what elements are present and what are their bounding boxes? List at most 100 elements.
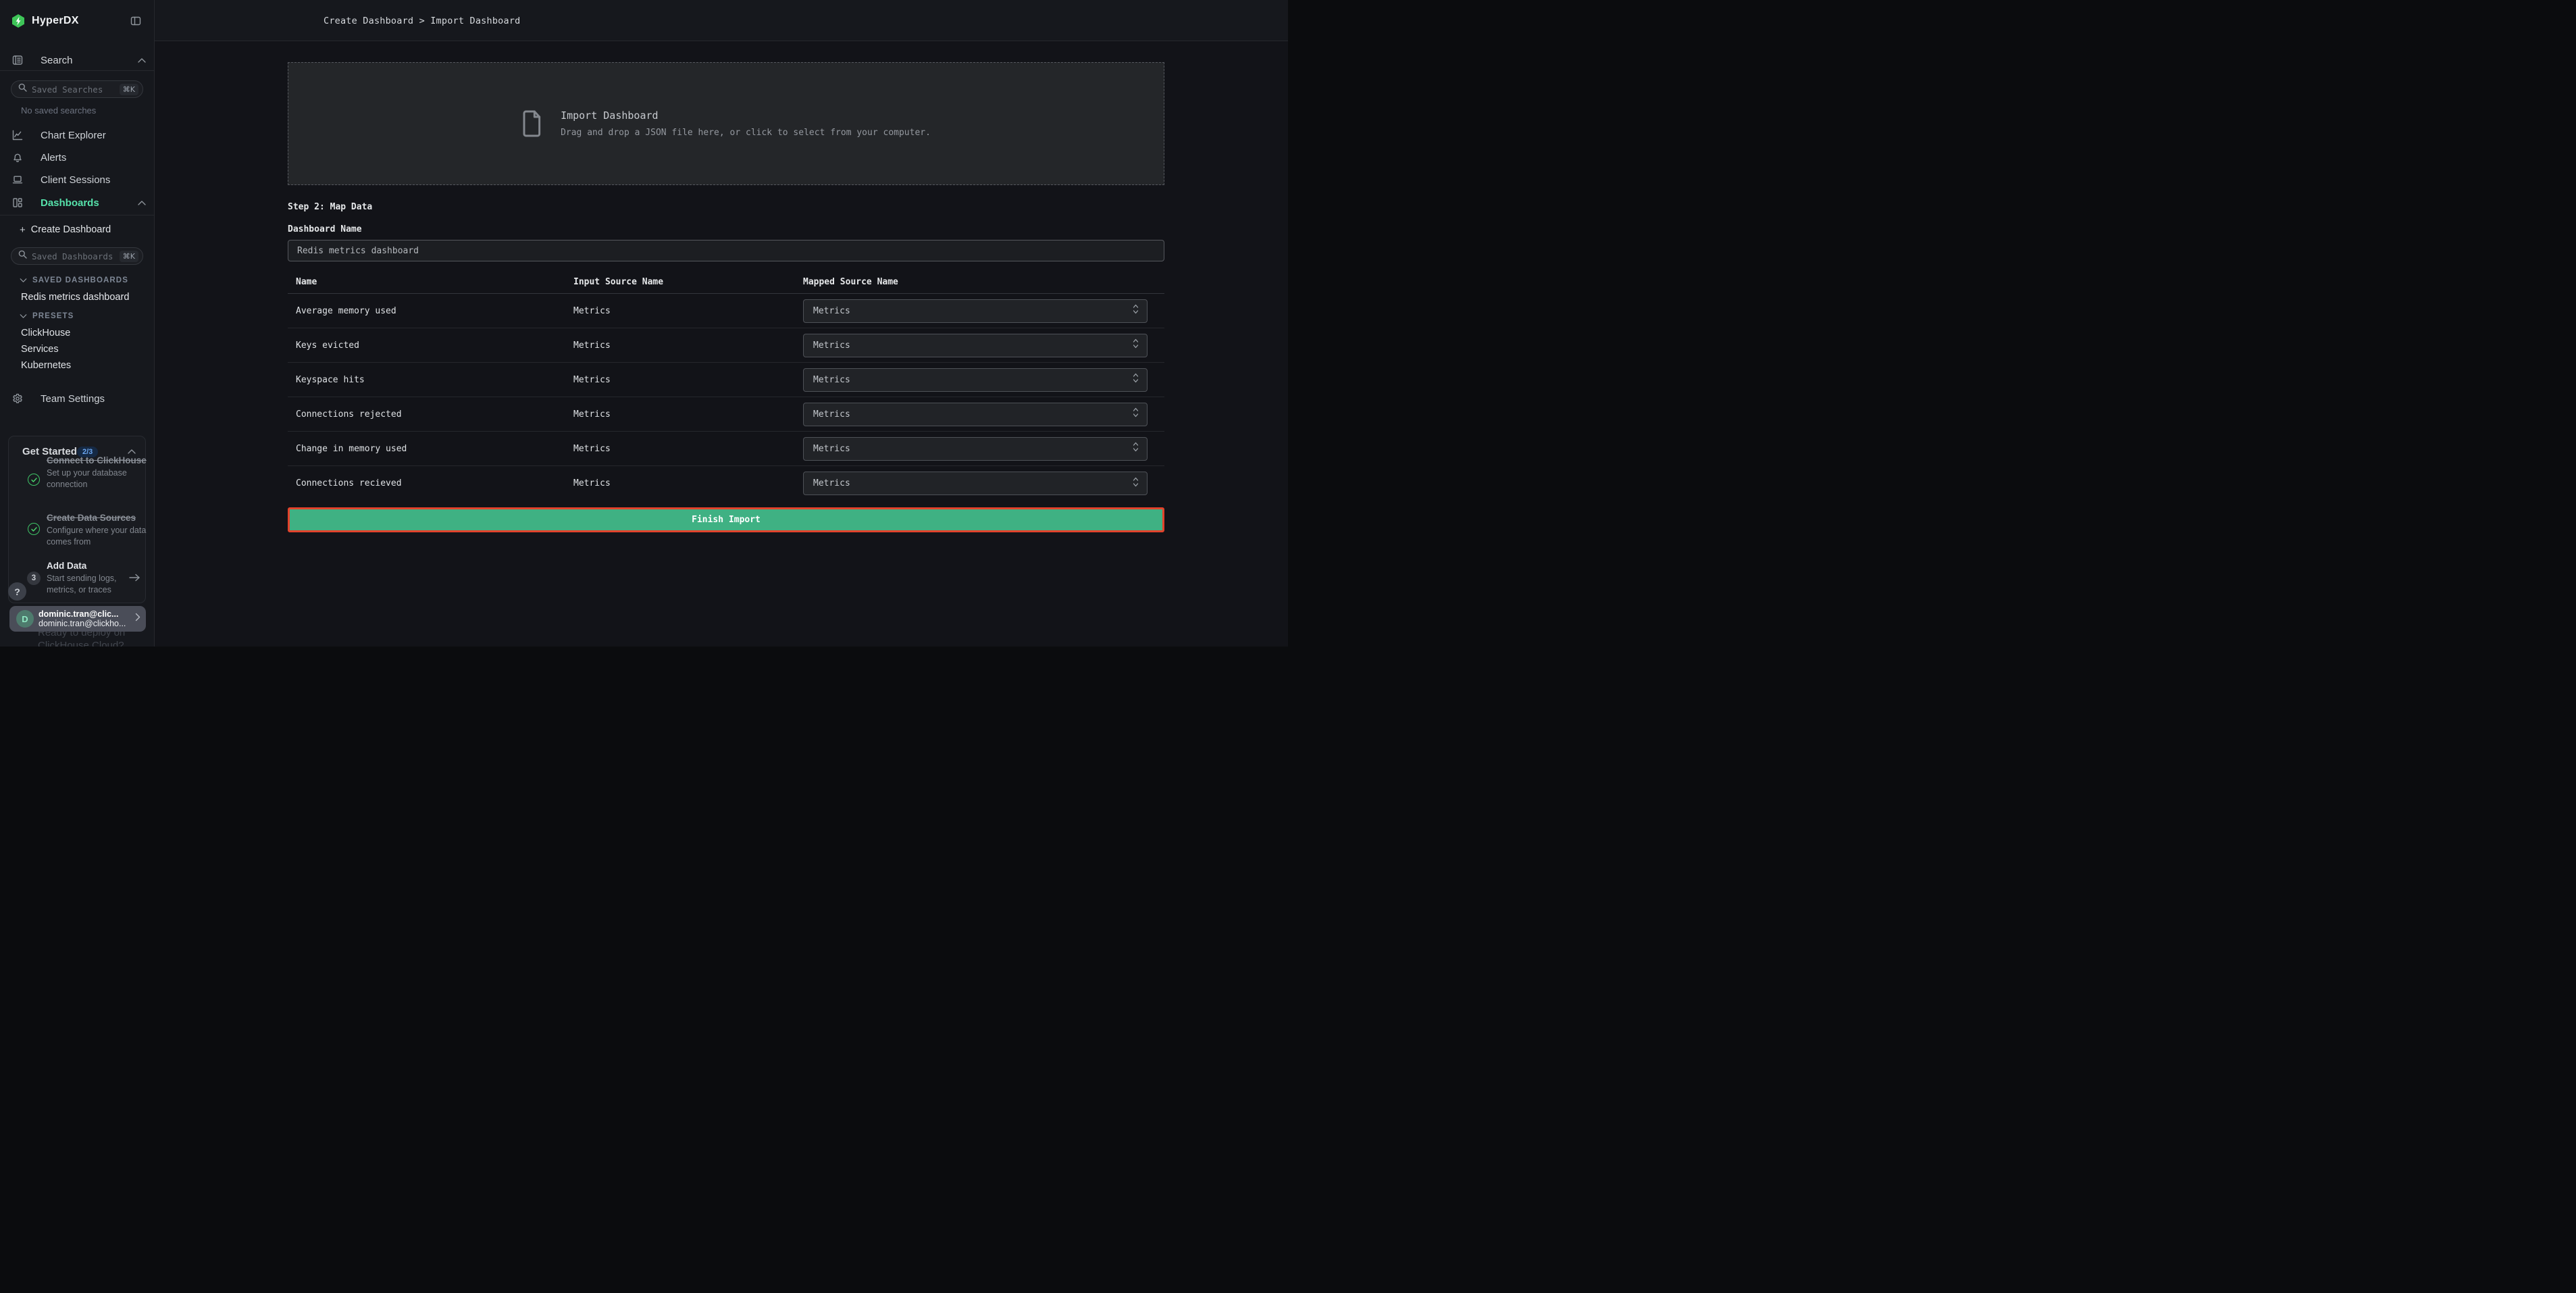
sidebar-item-chart-explorer[interactable]: Chart Explorer	[12, 130, 145, 141]
sidebar-item-alerts[interactable]: Alerts	[12, 152, 145, 163]
no-saved-searches-text: No saved searches	[21, 105, 96, 116]
mapped-source-select[interactable]: Metrics	[803, 437, 1148, 461]
user-menu[interactable]: D dominic.tran@clic... dominic.tran@clic…	[9, 606, 146, 632]
saved-dashboards-input[interactable]: Saved Dashboards ⌘K	[11, 247, 143, 265]
sidebar-item-dashboards[interactable]: Dashboards	[12, 197, 145, 208]
preset-item[interactable]: ClickHouse	[21, 328, 70, 338]
sidebar-item-team-settings[interactable]: Team Settings	[12, 393, 145, 404]
get-started-item-add-data[interactable]: Add Data Start sending logs, metrics, or…	[47, 560, 134, 596]
help-button[interactable]: ?	[8, 582, 26, 601]
nav-label: Client Sessions	[41, 174, 110, 186]
dashboard-name-input[interactable]: Redis metrics dashboard	[288, 240, 1164, 261]
chevron-up-icon	[138, 201, 146, 205]
sidebar-item-client-sessions[interactable]: Client Sessions	[12, 174, 145, 185]
dashboard-name-label: Dashboard Name	[288, 224, 362, 234]
mapped-source-select[interactable]: Metrics	[803, 472, 1148, 495]
breadcrumb: Create Dashboard > Import Dashboard	[324, 0, 520, 41]
file-icon	[521, 110, 543, 137]
cell-input-source: Metrics	[573, 409, 803, 420]
table-row: Connections recievedMetricsMetrics	[288, 466, 1164, 501]
mapped-source-select[interactable]: Metrics	[803, 403, 1148, 426]
section-header-label: SAVED DASHBOARDS	[32, 276, 128, 284]
chevron-up-icon[interactable]	[128, 449, 136, 454]
logo-text: HyperDX	[32, 15, 79, 27]
get-started-item-title: Create Data Sources	[47, 512, 149, 524]
select-chevrons-icon	[1133, 407, 1139, 421]
table-row: Keys evictedMetricsMetrics	[288, 328, 1164, 363]
shortcut-badge: ⌘K	[120, 84, 138, 95]
table-row: Average memory usedMetricsMetrics	[288, 294, 1164, 328]
source-mapping-table: Name Input Source Name Mapped Source Nam…	[288, 271, 1164, 501]
search-section-label: Search	[41, 55, 73, 66]
gear-icon	[12, 393, 23, 404]
dashboard-icon	[12, 197, 23, 208]
get-started-card: Get Started 2/3 Connect to ClickHouse Se…	[8, 436, 146, 603]
select-chevrons-icon	[1133, 373, 1139, 386]
preset-item[interactable]: Services	[21, 344, 59, 355]
app-window: HyperDX Search Saved Searches ⌘K No save…	[0, 0, 1288, 646]
get-started-item-desc: Set up your database connection	[47, 467, 149, 490]
select-chevrons-icon	[1133, 477, 1139, 490]
get-started-item-desc: Start sending logs, metrics, or traces	[47, 573, 134, 596]
saved-searches-input[interactable]: Saved Searches ⌘K	[11, 80, 143, 98]
import-dropzone[interactable]: Import Dashboard Drag and drop a JSON fi…	[288, 62, 1164, 185]
saved-dashboard-item[interactable]: Redis metrics dashboard	[21, 292, 129, 303]
mapped-source-value: Metrics	[813, 478, 850, 488]
divider	[0, 70, 155, 71]
create-dashboard-label: Create Dashboard	[31, 224, 111, 235]
create-dashboard-button[interactable]: + Create Dashboard	[20, 224, 111, 235]
cell-name: Average memory used	[288, 306, 573, 316]
nav-label-active: Dashboards	[41, 197, 99, 209]
get-started-item-title: Add Data	[47, 560, 134, 572]
mapped-source-value: Metrics	[813, 444, 850, 454]
user-email: dominic.tran@clickho...	[38, 619, 135, 628]
saved-searches-placeholder: Saved Searches	[32, 84, 120, 95]
select-chevrons-icon	[1133, 338, 1139, 352]
cell-name: Change in memory used	[288, 444, 573, 454]
nav-label: Alerts	[41, 152, 66, 163]
finish-import-button[interactable]: Finish Import	[288, 507, 1164, 532]
search-icon	[18, 83, 27, 95]
presets-section-header[interactable]: PRESETS	[20, 312, 74, 320]
table-row: Change in memory usedMetricsMetrics	[288, 432, 1164, 466]
team-settings-label: Team Settings	[41, 393, 105, 405]
avatar: D	[16, 610, 34, 628]
nav-label: Chart Explorer	[41, 130, 106, 141]
get-started-item-sources[interactable]: Create Data Sources Configure where your…	[47, 512, 149, 548]
collapse-sidebar-icon[interactable]	[130, 16, 141, 26]
dropzone-text: Import Dashboard Drag and drop a JSON fi…	[561, 109, 931, 138]
mapped-source-value: Metrics	[813, 375, 850, 385]
saved-dashboards-section-header[interactable]: SAVED DASHBOARDS	[20, 276, 128, 284]
check-circle-icon	[28, 523, 40, 535]
sidebar: HyperDX Search Saved Searches ⌘K No save…	[0, 0, 155, 646]
cell-name: Keys evicted	[288, 340, 573, 351]
search-icon	[18, 250, 27, 262]
cell-input-source: Metrics	[573, 340, 803, 351]
chart-icon	[12, 130, 23, 141]
get-started-item-connect[interactable]: Connect to ClickHouse Set up your databa…	[47, 455, 149, 490]
mapped-source-select[interactable]: Metrics	[803, 334, 1148, 357]
step-number-badge: 3	[27, 572, 41, 585]
arrow-right-icon[interactable]	[129, 573, 140, 585]
plus-icon: +	[20, 225, 26, 235]
logo-link[interactable]: HyperDX	[11, 12, 79, 30]
mapped-source-select[interactable]: Metrics	[803, 368, 1148, 392]
table-header-row: Name Input Source Name Mapped Source Nam…	[288, 271, 1164, 294]
dropzone-subtitle: Drag and drop a JSON file here, or click…	[561, 128, 931, 138]
shortcut-badge: ⌘K	[120, 251, 138, 262]
mapped-source-select[interactable]: Metrics	[803, 299, 1148, 323]
finish-import-label: Finish Import	[692, 515, 761, 525]
section-header-label: PRESETS	[32, 312, 74, 320]
preset-item[interactable]: Kubernetes	[21, 360, 71, 371]
journal-icon	[12, 55, 23, 66]
check-circle-icon	[28, 474, 40, 486]
get-started-item-title: Connect to ClickHouse	[47, 455, 149, 466]
step-label: Step 2: Map Data	[288, 202, 372, 212]
bell-icon	[12, 152, 23, 163]
sidebar-section-search[interactable]: Search	[12, 55, 145, 66]
table-body: Average memory usedMetricsMetricsKeys ev…	[288, 294, 1164, 501]
cell-name: Connections rejected	[288, 409, 573, 420]
top-header-bar: Create Dashboard > Import Dashboard	[155, 0, 1288, 41]
chevron-down-icon	[20, 312, 27, 320]
mapped-source-value: Metrics	[813, 306, 850, 316]
